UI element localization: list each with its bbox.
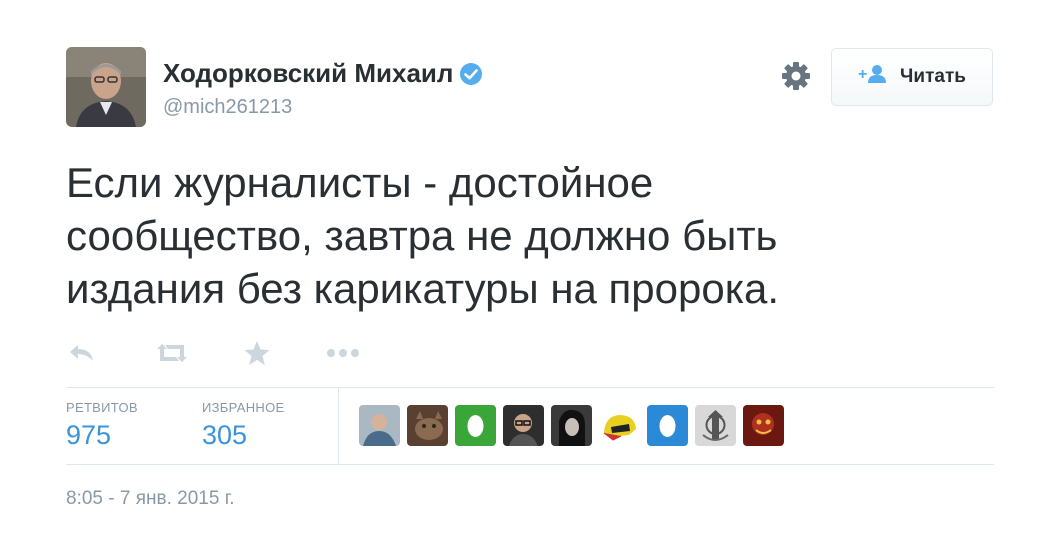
author-username[interactable]: @mich261213 — [163, 96, 292, 119]
svg-text:+: + — [858, 66, 867, 83]
favoriter-avatar-2[interactable] — [407, 405, 448, 446]
favoriter-avatar-1[interactable] — [359, 405, 400, 446]
retweets-label: РЕТВИТОВ — [66, 400, 138, 415]
retweets-count[interactable]: 975 — [66, 420, 111, 451]
favorites-count[interactable]: 305 — [202, 420, 247, 451]
favoriter-avatar-4[interactable] — [503, 405, 544, 446]
tweet-text: Если журналисты - достойное сообщество, … — [66, 159, 780, 312]
reply-icon[interactable] — [68, 340, 96, 366]
favoriter-avatar-9[interactable] — [743, 405, 784, 446]
author-display-name[interactable]: Ходорковский Михаил — [163, 58, 483, 89]
more-icon[interactable] — [326, 340, 360, 366]
favoriter-avatar-8[interactable] — [695, 405, 736, 446]
author-avatar[interactable] — [66, 47, 146, 127]
verified-badge-icon — [459, 62, 483, 86]
favoriter-avatar-7[interactable] — [647, 405, 688, 446]
favoriter-avatars — [359, 405, 784, 446]
author-name-text[interactable]: Ходорковский Михаил — [163, 58, 453, 89]
favoriter-avatar-3[interactable] — [455, 405, 496, 446]
follow-button-label: Читать — [900, 66, 966, 87]
add-user-icon: + — [858, 64, 888, 90]
favoriter-avatar-6[interactable] — [599, 405, 640, 446]
favorites-label: ИЗБРАННОЕ — [202, 400, 285, 415]
favoriter-avatar-5[interactable] — [551, 405, 592, 446]
follow-button[interactable]: + Читать — [831, 48, 993, 106]
retweet-icon[interactable] — [154, 340, 190, 366]
tweet-timestamp[interactable]: 8:05 - 7 янв. 2015 г. — [66, 488, 235, 510]
stats-vertical-divider — [338, 388, 339, 464]
star-icon[interactable] — [243, 340, 271, 366]
stats-top-divider — [66, 387, 994, 388]
stats-bottom-divider — [66, 464, 994, 465]
gear-icon[interactable] — [779, 59, 813, 93]
